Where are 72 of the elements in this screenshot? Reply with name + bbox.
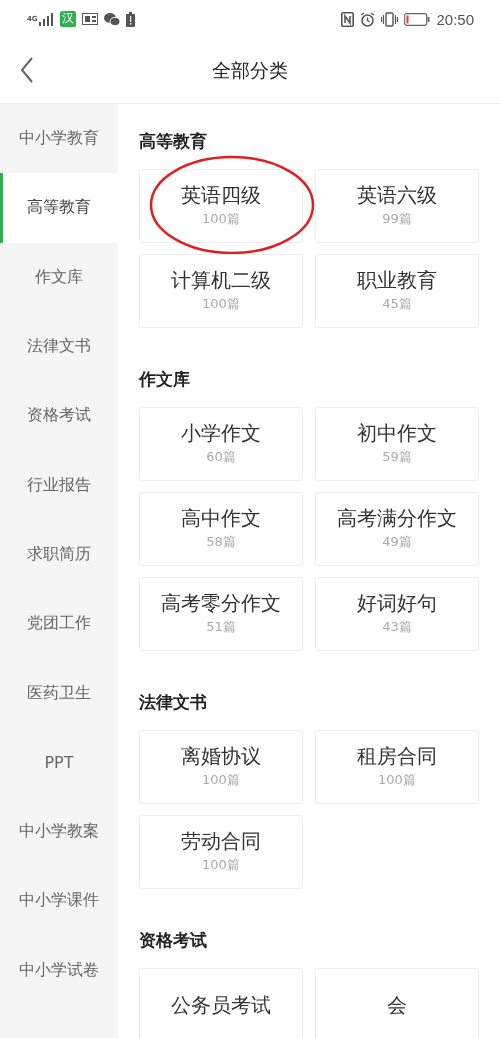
article-count: 60篇 [206, 448, 236, 466]
article-count: 59篇 [382, 448, 412, 466]
alarm-clock-icon [360, 11, 376, 27]
category-card[interactable]: 英语六级 99篇 [315, 169, 479, 243]
article-count: 49篇 [382, 533, 412, 551]
battery-icon [404, 12, 431, 26]
category-name: 英语四级 [181, 184, 261, 207]
category-card[interactable]: 劳动合同 100篇 [139, 815, 303, 889]
section-heading: 法律文书 [139, 691, 208, 714]
category-name: 租房合同 [357, 745, 437, 768]
category-card[interactable]: 会 [315, 968, 479, 1038]
category-card[interactable]: 计算机二级 100篇 [139, 254, 303, 328]
category-name: 职业教育 [357, 269, 437, 292]
category-card[interactable]: 公务员考试 [139, 968, 303, 1038]
category-name: 离婚协议 [181, 745, 261, 768]
sidebar-item[interactable]: PPT [0, 727, 118, 797]
category-name: 高考零分作文 [161, 592, 281, 615]
category-card[interactable]: 高中作文 58篇 [139, 492, 303, 566]
vibrate-icon [381, 11, 399, 27]
article-count: 99篇 [382, 210, 412, 228]
category-name: 计算机二级 [171, 269, 271, 292]
sidebar-item[interactable]: 党团工作 [0, 589, 118, 659]
category-name: 小学作文 [181, 422, 261, 445]
sidebar-item[interactable]: 作文库 [0, 242, 118, 312]
article-count: 100篇 [202, 210, 240, 228]
category-card[interactable]: 小学作文 60篇 [139, 407, 303, 481]
clock-time: 20:50 [436, 10, 474, 28]
nfc-icon [341, 11, 355, 27]
article-count: 45篇 [382, 295, 412, 313]
sidebar-item[interactable]: 资格考试 [0, 381, 118, 451]
category-name: 会 [387, 993, 407, 1017]
sidebar-item[interactable]: 高等教育 [0, 173, 118, 243]
signal-icon [38, 12, 54, 26]
category-card[interactable]: 初中作文 59篇 [315, 407, 479, 481]
battery-alert-icon [126, 11, 135, 27]
article-count: 100篇 [202, 295, 240, 313]
back-icon[interactable] [20, 57, 34, 83]
category-name: 高考满分作文 [337, 507, 457, 530]
article-count: 51篇 [206, 618, 236, 636]
article-count: 43篇 [382, 618, 412, 636]
sidebar-item[interactable]: 中小学课件 [0, 866, 118, 936]
sidebar-item[interactable]: 求职简历 [0, 519, 118, 590]
chat-bubbles-icon [104, 12, 120, 26]
sidebar-item[interactable]: 中小学教案 [0, 796, 118, 867]
category-card[interactable]: 好词好句 43篇 [315, 577, 479, 651]
sidebar-item[interactable]: 行业报告 [0, 450, 118, 520]
category-name: 劳动合同 [181, 830, 261, 853]
section-heading: 高等教育 [139, 130, 208, 153]
card-icon [82, 13, 98, 25]
category-card[interactable]: 离婚协议 100篇 [139, 730, 303, 804]
category-name: 初中作文 [357, 422, 437, 445]
sidebar-item[interactable]: 医药卫生 [0, 658, 118, 728]
category-card[interactable]: 英语四级 100篇 [139, 169, 303, 243]
page-title: 全部分类 [212, 57, 288, 83]
sidebar-item[interactable]: 中小学试卷 [0, 935, 118, 1005]
category-card[interactable]: 高考零分作文 51篇 [139, 577, 303, 651]
category-name: 公务员考试 [171, 993, 271, 1017]
article-count: 100篇 [378, 771, 416, 789]
article-count: 58篇 [206, 533, 236, 551]
input-method-badge: 汉 [60, 11, 76, 27]
sidebar-item[interactable]: 法律文书 [0, 311, 118, 382]
article-count: 100篇 [202, 856, 240, 874]
category-name: 好词好句 [357, 592, 437, 615]
category-card[interactable]: 租房合同 100篇 [315, 730, 479, 804]
category-card[interactable]: 职业教育 45篇 [315, 254, 479, 328]
category-name: 高中作文 [181, 507, 261, 530]
section-heading: 资格考试 [139, 929, 208, 952]
category-card[interactable]: 高考满分作文 49篇 [315, 492, 479, 566]
article-count: 100篇 [202, 771, 240, 789]
category-name: 英语六级 [357, 184, 437, 207]
section-heading: 作文库 [139, 368, 191, 391]
sidebar-item[interactable]: 中小学教育 [0, 104, 118, 174]
